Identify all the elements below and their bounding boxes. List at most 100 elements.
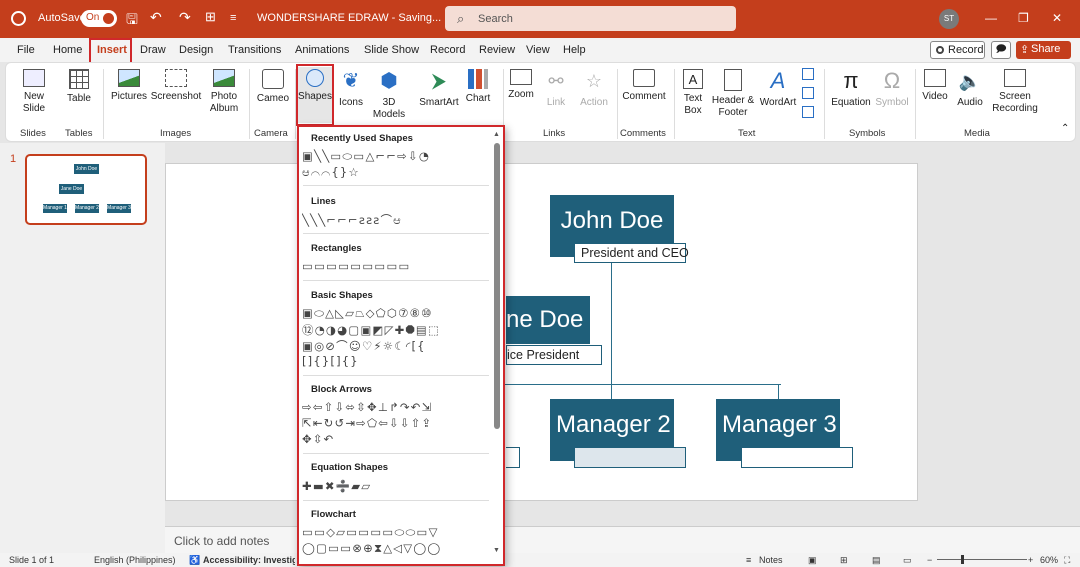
record-button[interactable]: Record bbox=[930, 41, 985, 59]
screen-recording-button[interactable]: Screen Recording bbox=[990, 67, 1040, 115]
shape-row[interactable]: ಆ⌒⌒{}☆ bbox=[302, 165, 492, 181]
tab-record[interactable]: Record bbox=[430, 44, 465, 56]
share-button[interactable]: ⇪ Share bbox=[1016, 41, 1071, 59]
shape-row[interactable]: ▣◎⊘⌒☺♡⚡☼☾◜[{ bbox=[302, 338, 492, 354]
redo-icon[interactable]: ↷ bbox=[179, 9, 191, 26]
shape-row[interactable]: ⇨⇦⇧⇩⬄⇳✥⊥↱↷↶⇲ bbox=[302, 400, 492, 416]
org-subbox-manager-2[interactable] bbox=[574, 447, 686, 468]
tab-draw[interactable]: Draw bbox=[140, 44, 166, 56]
slide-number-icon[interactable] bbox=[802, 87, 814, 99]
icons-button[interactable]: ❦ Icons bbox=[336, 67, 366, 109]
shape-row[interactable]: ◯▢▭▭⊗⊕⧗△◁▽◯◯ bbox=[302, 541, 492, 557]
table-button[interactable]: Table bbox=[64, 67, 94, 105]
org-title-president[interactable]: President and CEO bbox=[574, 243, 689, 263]
section-rectangles-title: Rectangles bbox=[311, 243, 362, 254]
thumb-box-m2: Manager 2 bbox=[75, 204, 99, 213]
chart-button[interactable]: Chart bbox=[463, 67, 493, 105]
customize-toolbar-icon[interactable]: ≡ bbox=[230, 12, 236, 24]
fit-slide-icon[interactable]: ⛶ bbox=[1064, 555, 1070, 566]
org-title-vice-president[interactable]: ice President bbox=[506, 345, 602, 365]
slideshow-icon[interactable]: ▭ bbox=[903, 555, 912, 566]
shape-row[interactable]: ⇱⇤↻↺⇥⇨⬠⇦⇩⇩⇧⇪ bbox=[302, 416, 492, 432]
cube-icon: ⬢ bbox=[380, 70, 398, 92]
header-footer-button[interactable]: Header & Footer bbox=[709, 67, 757, 119]
tab-view[interactable]: View bbox=[526, 44, 550, 56]
shape-row[interactable]: ✥⇳↶ bbox=[302, 432, 492, 448]
status-notes[interactable]: Notes bbox=[759, 555, 783, 565]
present-icon[interactable]: ⊞ bbox=[205, 9, 216, 25]
zoom-slider-thumb[interactable] bbox=[961, 555, 964, 564]
user-avatar[interactable]: ST bbox=[939, 9, 959, 29]
shape-row[interactable]: ✚▬✖➗▰▱ bbox=[302, 479, 492, 495]
zoom-in-icon[interactable]: + bbox=[1028, 555, 1033, 565]
comment-button[interactable]: Comment bbox=[620, 67, 668, 103]
shape-row[interactable]: ▣╲╲▭⬭▭△⌐⌐⇨⇩◔ bbox=[302, 149, 492, 165]
tab-file[interactable]: File bbox=[17, 44, 35, 56]
zoom-button[interactable]: Zoom bbox=[506, 67, 536, 101]
status-language[interactable]: English (Philippines) bbox=[94, 555, 176, 565]
screenshot-button[interactable]: Screenshot bbox=[150, 67, 202, 103]
shape-row[interactable]: ▣⬭△◺▱⏢◇⬠⬡⑦⑧⑩ bbox=[302, 306, 492, 322]
org-subbox-manager-1[interactable] bbox=[506, 447, 520, 468]
audio-button[interactable]: 🔈 Audio bbox=[955, 67, 985, 109]
comments-icon[interactable]: 🗩 bbox=[991, 41, 1011, 59]
tab-transitions[interactable]: Transitions bbox=[228, 44, 281, 56]
pictures-button[interactable]: Pictures bbox=[109, 67, 149, 103]
tab-review[interactable]: Review bbox=[479, 44, 515, 56]
shape-row[interactable]: ▭▭▭▭▭▭▭▭▭ bbox=[302, 259, 492, 275]
slide-sorter-icon[interactable]: ⊞ bbox=[840, 555, 848, 566]
shape-row[interactable]: ⑫◔◑◕▢▣◩◸✚⯃▤⬚ bbox=[302, 322, 492, 338]
date-time-icon[interactable] bbox=[802, 68, 814, 80]
tab-home[interactable]: Home bbox=[53, 44, 82, 56]
group-slides: Slides bbox=[20, 128, 46, 139]
smartart-button[interactable]: ⮞ SmartArt bbox=[416, 67, 462, 109]
reading-view-icon[interactable]: ▤ bbox=[872, 555, 881, 566]
undo-icon[interactable]: ↶ bbox=[150, 9, 162, 26]
shapes-dropdown: Recently Used Shapes ▣╲╲▭⬭▭△⌐⌐⇨⇩◔ ಆ⌒⌒{}☆… bbox=[297, 125, 505, 566]
symbol-button[interactable]: Ω Symbol bbox=[874, 67, 910, 109]
separator bbox=[103, 69, 104, 139]
wordart-button[interactable]: A WordArt bbox=[758, 67, 798, 109]
close-icon[interactable]: ✕ bbox=[1052, 11, 1062, 25]
scroll-down-icon[interactable]: ▼ bbox=[493, 547, 500, 554]
zoom-level[interactable]: 60% bbox=[1040, 555, 1058, 565]
dropdown-scrollbar[interactable]: ▲ ▼ bbox=[493, 131, 501, 561]
shape-row[interactable]: ▭▭◇▱▭▭▭▭⬭⬭▭▽ bbox=[302, 525, 492, 541]
tab-slide-show[interactable]: Slide Show bbox=[364, 44, 419, 56]
tab-design[interactable]: Design bbox=[179, 44, 213, 56]
scrollbar-thumb[interactable] bbox=[494, 143, 500, 429]
object-icon[interactable] bbox=[802, 106, 814, 118]
new-slide-button[interactable]: New Slide bbox=[16, 67, 52, 115]
zoom-slider[interactable] bbox=[937, 559, 1027, 560]
3d-models-button[interactable]: ⬢ 3D Models bbox=[369, 67, 409, 121]
slide-canvas[interactable]: John Doe President and CEO ne Doe ice Pr… bbox=[165, 163, 918, 501]
autosave-toggle[interactable]: On bbox=[81, 10, 117, 27]
collapse-ribbon-icon[interactable]: ⌃ bbox=[1061, 123, 1069, 134]
zoom-out-icon[interactable]: − bbox=[927, 555, 932, 565]
org-subbox-manager-3[interactable] bbox=[741, 447, 853, 468]
share-label: Share bbox=[1031, 43, 1061, 55]
wordart-label: WordArt bbox=[759, 97, 797, 108]
equation-button[interactable]: π Equation bbox=[829, 67, 873, 109]
video-button[interactable]: Video bbox=[920, 67, 950, 103]
search-box[interactable]: ⌕ Search bbox=[445, 6, 736, 31]
new-slide-label: New Slide bbox=[22, 91, 46, 114]
normal-view-icon[interactable]: ▣ bbox=[808, 555, 817, 566]
cameo-button[interactable]: Cameo bbox=[255, 67, 291, 105]
photo-album-button[interactable]: Photo Album bbox=[204, 67, 244, 115]
slide-number: 1 bbox=[10, 153, 17, 165]
tab-help[interactable]: Help bbox=[563, 44, 586, 56]
action-button[interactable]: ☆ Action bbox=[576, 67, 612, 109]
save-icon[interactable]: 🖫 bbox=[126, 9, 138, 33]
slide-thumbnail[interactable]: John Doe Jane Doe Manager 1 Manager 2 Ma… bbox=[25, 154, 147, 225]
text-box-button[interactable]: A Text Box bbox=[680, 67, 706, 117]
scroll-up-icon[interactable]: ▲ bbox=[493, 131, 500, 138]
status-accessibility[interactable]: Accessibility: Investigat bbox=[203, 555, 295, 565]
shape-row[interactable]: ╲╲╲⌐⌐⌐ƨƨƨ⌒ಆ bbox=[302, 212, 492, 228]
tab-animations[interactable]: Animations bbox=[295, 44, 349, 56]
maximize-icon[interactable]: ❐ bbox=[1018, 11, 1029, 25]
shape-row[interactable]: []{}[]{} bbox=[302, 354, 492, 370]
org-box-jane-doe[interactable]: ne Doe bbox=[506, 296, 590, 344]
link-button[interactable]: ⚯ Link bbox=[541, 67, 571, 109]
minimize-icon[interactable]: — bbox=[985, 11, 997, 25]
